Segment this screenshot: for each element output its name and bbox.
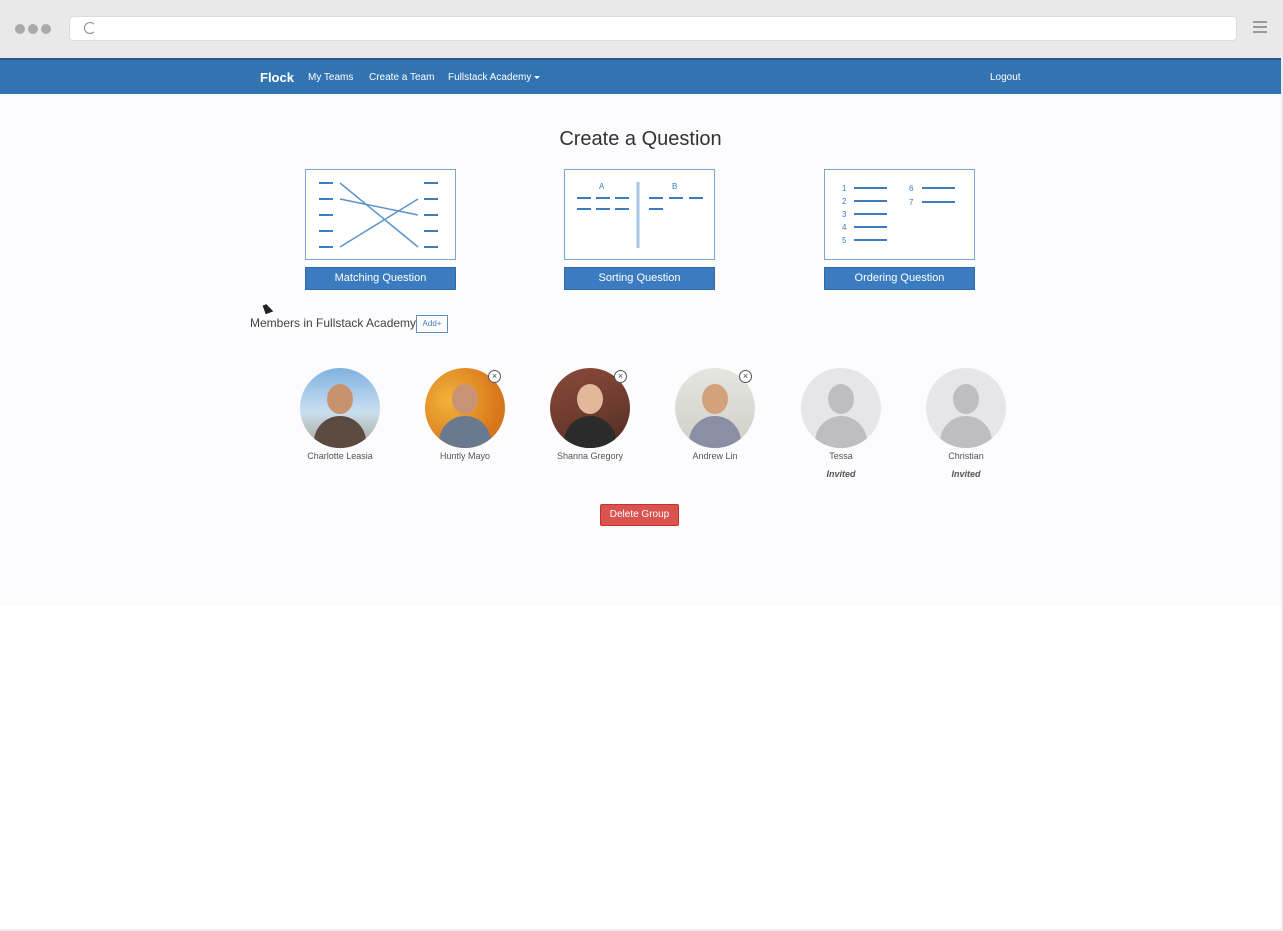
member-card: Christian Invited [906, 368, 1026, 479]
sorting-question-button[interactable]: Sorting Question [564, 267, 715, 290]
avatar-head [828, 384, 854, 414]
nav-team-label: Fullstack Academy [448, 72, 532, 83]
member-card: Charlotte Leasia [280, 368, 400, 461]
remove-member-icon[interactable]: × [614, 370, 627, 383]
order-number: 1 [842, 184, 847, 193]
dot-icon [41, 24, 51, 34]
avatar-head [953, 384, 979, 414]
add-member-button[interactable]: Add+ [416, 315, 448, 333]
member-card: × Shanna Gregory [530, 368, 650, 461]
order-number: 4 [842, 223, 847, 232]
member-status: Invited [826, 469, 856, 479]
nav-my-teams[interactable]: My Teams [308, 60, 353, 96]
delete-group-button[interactable]: Delete Group [600, 504, 679, 526]
matching-question-button[interactable]: Matching Question [305, 267, 456, 290]
sorting-diagram-icon[interactable]: A B [564, 169, 715, 260]
reload-icon[interactable] [84, 22, 96, 34]
avatar-placeholder-icon [801, 368, 881, 448]
browser-chrome [0, 0, 1283, 58]
window-controls [15, 24, 51, 34]
remove-member-icon[interactable]: × [739, 370, 752, 383]
member-status: Invited [951, 469, 981, 479]
hamburger-menu-icon[interactable] [1253, 21, 1267, 36]
nav-create-team[interactable]: Create a Team [369, 60, 434, 96]
page-viewport: Flock My Teams Create a Team Fullstack A… [0, 58, 1281, 929]
caret-down-icon [534, 75, 541, 79]
avatar-body [314, 416, 366, 448]
navbar: Flock My Teams Create a Team Fullstack A… [0, 58, 1281, 94]
page-title: Create a Question [559, 128, 722, 150]
avatar-placeholder-icon [926, 368, 1006, 448]
member-card: × Huntly Mayo [405, 368, 525, 461]
address-bar[interactable] [69, 16, 1237, 41]
member-card: Tessa Invited [781, 368, 901, 479]
avatar-head [577, 384, 603, 414]
order-number: 7 [909, 198, 914, 207]
member-card: × Andrew Lin [655, 368, 775, 461]
logout-link[interactable]: Logout [990, 60, 1021, 96]
order-number: 6 [909, 184, 914, 193]
avatar-body [815, 416, 867, 448]
avatar-head [327, 384, 353, 414]
sorting-col-a: A [599, 182, 605, 191]
ordering-question-button[interactable]: Ordering Question [824, 267, 975, 290]
member-name: Huntly Mayo [439, 451, 491, 461]
avatar [300, 368, 380, 448]
order-number: 5 [842, 236, 847, 245]
member-name: Andrew Lin [692, 451, 738, 461]
matching-diagram-icon[interactable] [305, 169, 456, 260]
member-name: Charlotte Leasia [307, 451, 373, 461]
member-name: Christian [948, 451, 984, 461]
order-number: 3 [842, 210, 847, 219]
remove-member-icon[interactable]: × [488, 370, 501, 383]
avatar-body [439, 416, 491, 448]
member-name: Tessa [829, 451, 853, 461]
dot-icon [28, 24, 38, 34]
member-name: Shanna Gregory [556, 451, 624, 461]
order-number: 2 [842, 197, 847, 206]
ordering-diagram-icon[interactable]: 1 2 3 4 5 6 7 [824, 169, 975, 260]
avatar-head [452, 384, 478, 414]
members-heading: Members in Fullstack Academy [250, 316, 417, 330]
dot-icon [15, 24, 25, 34]
brand-link[interactable]: Flock [260, 60, 294, 96]
avatar-body [689, 416, 741, 448]
avatar-body [564, 416, 616, 448]
sorting-col-b: B [672, 182, 677, 191]
avatar-head [702, 384, 728, 414]
avatar-body [940, 416, 992, 448]
nav-team-dropdown[interactable]: Fullstack Academy [448, 60, 541, 96]
